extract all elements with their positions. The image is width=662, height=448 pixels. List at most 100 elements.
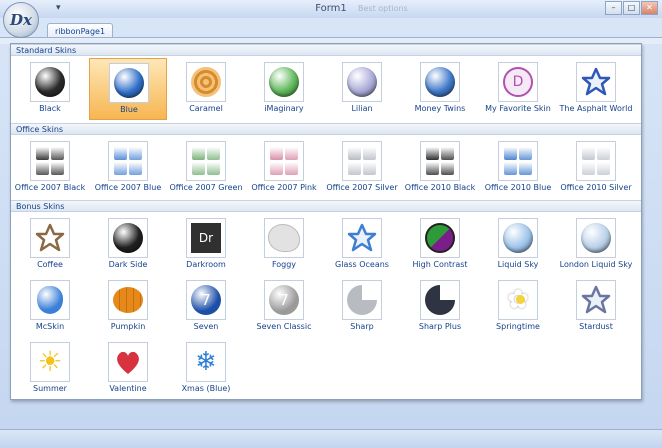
title-bar: ▾ Form1 Best options – □ ✕: [0, 0, 662, 18]
skin-item-label: Office 2010 Silver: [560, 183, 632, 192]
skin-item-stardust[interactable]: Stardust: [557, 276, 635, 338]
skin-item-office-2007-black[interactable]: Office 2007 Black: [11, 137, 89, 199]
skin-item-sharp-plus[interactable]: Sharp Plus: [401, 276, 479, 338]
skin-item-label: Foggy: [271, 260, 297, 269]
minimize-button[interactable]: –: [605, 1, 622, 15]
skin-item-label: Springtime: [496, 322, 540, 331]
office-2007-blue-icon: [108, 141, 148, 181]
black-sphere-icon: [30, 62, 70, 102]
skin-item-springtime[interactable]: ✿ Springtime: [479, 276, 557, 338]
skin-gallery-dropdown: Standard Skins Black Blue Caramel iMaginary L…: [10, 43, 642, 400]
caramel-swirl-icon: [186, 62, 226, 102]
liquid-sky-sphere-icon: [498, 218, 538, 258]
skin-item-office-2007-blue[interactable]: Office 2007 Blue: [89, 137, 167, 199]
sharp-plus-pie-icon: [420, 280, 460, 320]
skin-item-dark-side[interactable]: Dark Side: [89, 214, 167, 276]
money-twins-sphere-icon: [420, 62, 460, 102]
dark-side-sphere-icon: [108, 218, 148, 258]
skin-item-label: Office 2007 Black: [14, 183, 86, 192]
glass-oceans-star-icon: [342, 218, 382, 258]
skin-item-seven-classic[interactable]: 7 Seven Classic: [245, 276, 323, 338]
coffee-star-icon: [30, 218, 70, 258]
skin-item-high-contrast[interactable]: High Contrast: [401, 214, 479, 276]
snowflake-icon: ❄: [186, 342, 226, 382]
maximize-button[interactable]: □: [623, 1, 640, 15]
skin-item-label: Seven Classic: [256, 322, 312, 331]
skin-item-label: Blue: [120, 105, 138, 114]
seven-classic-icon: 7: [264, 280, 304, 320]
skin-item-lilian[interactable]: Lilian: [323, 58, 401, 120]
office-2007-pink-icon: [264, 141, 304, 181]
main-window: ▾ Form1 Best options – □ ✕ Dx ribbonPage…: [0, 0, 662, 448]
skin-item-label: Glass Oceans: [335, 260, 389, 269]
sharp-pie-icon: [342, 280, 382, 320]
skin-item-imaginary[interactable]: iMaginary: [245, 58, 323, 120]
skin-item-label: Money Twins: [414, 104, 466, 113]
apple-icon: [30, 280, 70, 320]
skin-item-office-2010-black[interactable]: Office 2010 Black: [401, 137, 479, 199]
skin-item-summer[interactable]: ☀ Summer: [11, 338, 89, 400]
skin-item-label: Stardust: [579, 322, 613, 331]
skin-item-label: Office 2007 Pink: [251, 183, 317, 192]
skin-item-xmas-blue[interactable]: ❄ Xmas (Blue): [167, 338, 245, 400]
application-menu-button[interactable]: Dx: [3, 2, 39, 38]
skin-item-pumpkin[interactable]: Pumpkin: [89, 276, 167, 338]
skin-item-label: Office 2010 Black: [404, 183, 476, 192]
skin-item-valentine[interactable]: Valentine: [89, 338, 167, 400]
skin-item-my-favorite-skin[interactable]: D My Favorite Skin: [479, 58, 557, 120]
status-bar: [0, 429, 662, 448]
faded-title-hint: Best options: [358, 4, 408, 13]
star-outline-icon: [576, 62, 616, 102]
skin-item-label: Office 2007 Green: [169, 183, 243, 192]
office-2007-green-icon: [186, 141, 226, 181]
london-liquid-sky-sphere-icon: [576, 218, 616, 258]
skin-item-mcskin[interactable]: McSkin: [11, 276, 89, 338]
pumpkin-icon: [108, 280, 148, 320]
app-logo-icon: Dx: [10, 11, 32, 29]
office-2007-silver-icon: [342, 141, 382, 181]
skin-item-label: Liquid Sky: [497, 260, 539, 269]
skin-item-london-liquid-sky[interactable]: London Liquid Sky: [557, 214, 635, 276]
skin-item-label: Dark Side: [108, 260, 148, 269]
office-2007-black-icon: [30, 141, 70, 181]
skin-item-sharp[interactable]: Sharp: [323, 276, 401, 338]
skin-item-caramel[interactable]: Caramel: [167, 58, 245, 120]
skin-item-label: Office 2007 Blue: [94, 183, 162, 192]
gallery-group-header: Standard Skins: [11, 44, 641, 56]
daisy-flower-icon: ✿: [498, 280, 538, 320]
skin-item-darkroom[interactable]: Dr Darkroom: [167, 214, 245, 276]
office-2010-blue-icon: [498, 141, 538, 181]
skin-item-black[interactable]: Black: [11, 58, 89, 120]
skin-item-label: Lilian: [351, 104, 373, 113]
skin-item-money-twins[interactable]: Money Twins: [401, 58, 479, 120]
skin-item-label: Sharp Plus: [418, 322, 462, 331]
high-contrast-icon: [420, 218, 460, 258]
skin-item-label: Seven: [193, 322, 219, 331]
skin-item-label: The Asphalt World: [559, 104, 633, 113]
skin-item-liquid-sky[interactable]: Liquid Sky: [479, 214, 557, 276]
office-2010-black-icon: [420, 141, 460, 181]
skin-item-office-2010-blue[interactable]: Office 2010 Blue: [479, 137, 557, 199]
skin-item-label: Caramel: [189, 104, 223, 113]
skin-item-office-2010-silver[interactable]: Office 2010 Silver: [557, 137, 635, 199]
skin-item-label: Office 2007 Silver: [326, 183, 398, 192]
gallery-group-header: Office Skins: [11, 123, 641, 135]
skin-item-label: High Contrast: [412, 260, 468, 269]
darkroom-icon: Dr: [186, 218, 226, 258]
skin-item-office-2007-pink[interactable]: Office 2007 Pink: [245, 137, 323, 199]
skin-item-seven[interactable]: 7 Seven: [167, 276, 245, 338]
skin-item-blue[interactable]: Blue: [89, 58, 167, 120]
gallery-group-header: Bonus Skins: [11, 200, 641, 212]
seven-icon: 7: [186, 280, 226, 320]
skin-item-coffee[interactable]: Coffee: [11, 214, 89, 276]
stardust-star-icon: [576, 280, 616, 320]
skin-item-the-asphalt-world[interactable]: The Asphalt World: [557, 58, 635, 120]
skin-item-office-2007-green[interactable]: Office 2007 Green: [167, 137, 245, 199]
heart-icon: [108, 342, 148, 382]
skin-item-glass-oceans[interactable]: Glass Oceans: [323, 214, 401, 276]
skin-item-foggy[interactable]: Foggy: [245, 214, 323, 276]
skin-item-label: Valentine: [109, 384, 147, 393]
skin-item-label: Office 2010 Blue: [484, 183, 552, 192]
skin-item-office-2007-silver[interactable]: Office 2007 Silver: [323, 137, 401, 199]
close-button[interactable]: ✕: [641, 1, 658, 15]
